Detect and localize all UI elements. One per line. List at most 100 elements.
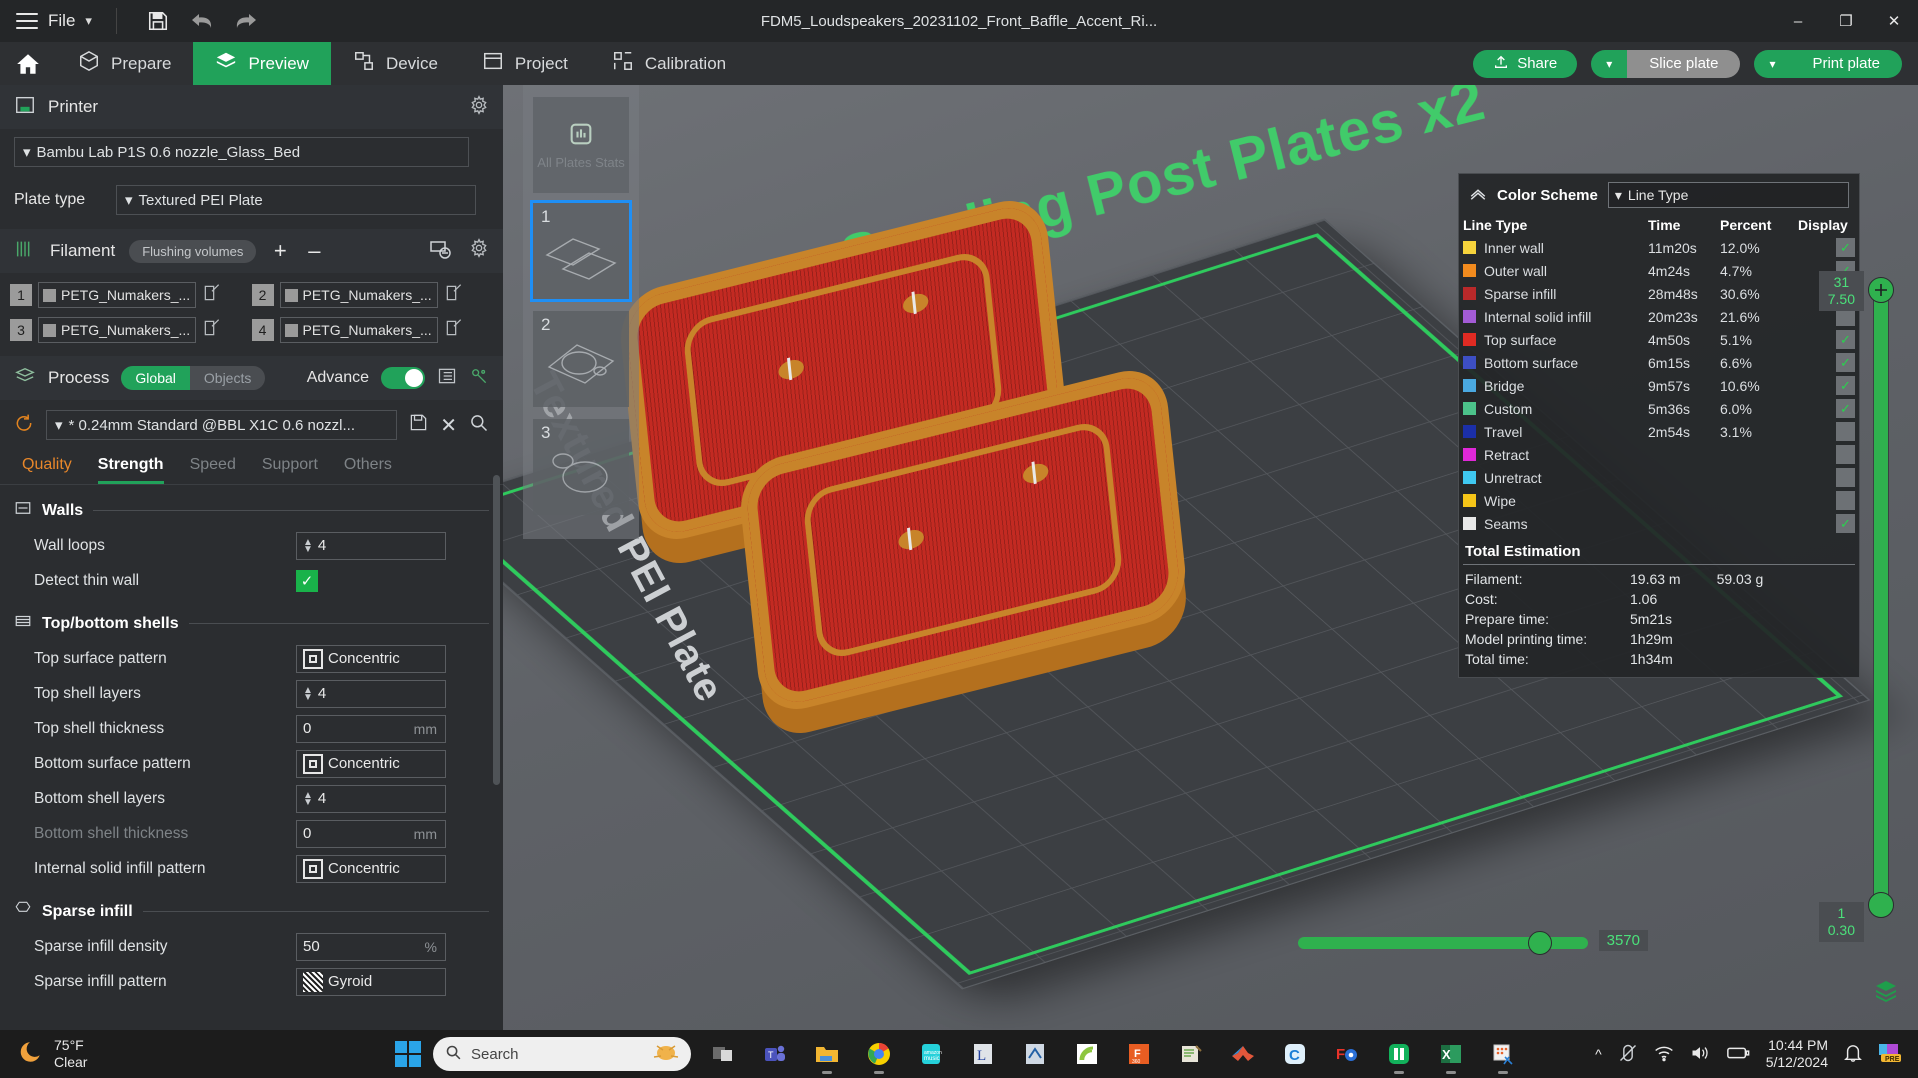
tab-quality[interactable]: Quality <box>22 456 72 484</box>
edit-filament-icon[interactable] <box>202 283 222 308</box>
window-close-button[interactable]: ✕ <box>1870 0 1918 42</box>
table-row[interactable]: Bottom surface 6m15s 6.6% ✓ <box>1459 351 1859 374</box>
snipping-tool-icon[interactable] <box>1483 1034 1523 1074</box>
menu-icon[interactable] <box>16 13 38 29</box>
3d-preview-viewport[interactable]: Sanding Post Plates x2 Textured PEI Plat… <box>503 85 1918 1030</box>
display-checkbox[interactable]: ✓ <box>1836 399 1855 418</box>
table-row[interactable]: Seams ✓ <box>1459 512 1859 535</box>
table-row[interactable]: Travel 2m54s 3.1% <box>1459 420 1859 443</box>
display-checkbox[interactable]: ✓ <box>1836 238 1855 257</box>
table-row[interactable]: Outer wall 4m24s 4.7% ✓ <box>1459 259 1859 282</box>
tab-others[interactable]: Others <box>344 456 392 484</box>
display-checkbox[interactable] <box>1836 445 1855 464</box>
bambu-studio-icon[interactable] <box>1379 1034 1419 1074</box>
notepad-icon[interactable] <box>1171 1034 1211 1074</box>
top-shell-layers-input[interactable]: ▲ ▼ 4 <box>296 679 446 708</box>
bluebeam-icon[interactable] <box>1015 1034 1055 1074</box>
filament-combo[interactable]: PETG_Numakers_... <box>38 317 196 343</box>
display-checkbox[interactable]: ✓ <box>1836 330 1855 349</box>
file-menu-label[interactable]: File <box>48 11 75 31</box>
file-explorer-icon[interactable] <box>807 1034 847 1074</box>
table-row[interactable]: Inner wall 11m20s 12.0% ✓ <box>1459 236 1859 259</box>
table-row[interactable]: Retract <box>1459 443 1859 466</box>
save-preset-icon[interactable] <box>409 413 428 437</box>
google-chrome-icon[interactable] <box>859 1034 899 1074</box>
volume-icon[interactable] <box>1690 1044 1710 1065</box>
freecad-icon[interactable]: F <box>1327 1034 1367 1074</box>
matlab-icon[interactable] <box>1223 1034 1263 1074</box>
advance-toggle[interactable] <box>381 367 425 389</box>
display-checkbox[interactable]: ✓ <box>1836 353 1855 372</box>
plate-thumb-3[interactable]: 3 <box>533 419 629 515</box>
search-input[interactable]: Search <box>433 1037 691 1071</box>
collapse-icon[interactable] <box>1469 187 1487 204</box>
redo-icon[interactable] <box>229 6 263 36</box>
display-checkbox[interactable] <box>1836 422 1855 441</box>
layers-legend-icon[interactable] <box>1872 979 1900 1008</box>
display-checkbox[interactable]: ✓ <box>1836 376 1855 395</box>
list-view-icon[interactable] <box>437 366 457 391</box>
excel-icon[interactable]: X <box>1431 1034 1471 1074</box>
chevron-down-icon[interactable]: ▾ <box>85 13 92 29</box>
internal-solid-infill-pattern-combo[interactable]: Concentric <box>296 854 446 883</box>
battery-icon[interactable] <box>1726 1045 1750 1064</box>
table-row[interactable]: Custom 5m36s 6.0% ✓ <box>1459 397 1859 420</box>
print-plate-label[interactable]: Print plate <box>1790 49 1902 78</box>
slice-plate-dropdown-icon[interactable]: ▾ <box>1591 49 1628 78</box>
undo-icon[interactable] <box>185 6 219 36</box>
layer-slider-bottom-handle[interactable] <box>1868 892 1894 918</box>
process-scope-toggle[interactable]: Global Objects <box>121 366 266 390</box>
detect-thin-wall-checkbox[interactable]: ✓ <box>296 569 318 592</box>
tab-project[interactable]: Project <box>460 42 590 85</box>
left-panel-scrollbar[interactable] <box>493 475 500 785</box>
spinner-icon[interactable]: ▲ ▼ <box>303 685 313 702</box>
sparse-infill-density-input[interactable]: 50 % <box>296 932 446 961</box>
delete-preset-icon[interactable]: ✕ <box>440 413 457 438</box>
table-row[interactable]: Internal solid infill 20m23s 21.6% <box>1459 305 1859 328</box>
lightburn-icon[interactable]: L <box>963 1034 1003 1074</box>
premiere-icon[interactable]: PRE <box>1878 1042 1904 1067</box>
filament-slot-4[interactable]: 4 PETG_Numakers_... <box>251 317 494 343</box>
process-preset-combo[interactable]: ▾ * 0.24mm Standard @BBL X1C 0.6 nozzl..… <box>46 410 398 440</box>
table-row[interactable]: Sparse infill28m48s30.6%✓ <box>1459 282 1859 305</box>
filament-slot-3[interactable]: 3 PETG_Numakers_... <box>10 317 252 343</box>
slice-plate-button[interactable]: ▾ Slice plate <box>1591 49 1741 78</box>
wall-loops-input[interactable]: ▲ ▼ 4 <box>296 531 446 560</box>
start-button-icon[interactable] <box>395 1041 421 1067</box>
add-filament-button[interactable]: + <box>270 238 290 264</box>
edit-filament-icon[interactable] <box>444 318 464 343</box>
filament-combo[interactable]: PETG_Numakers_... <box>279 317 438 343</box>
reset-preset-icon[interactable] <box>14 413 34 438</box>
tab-strength[interactable]: Strength <box>97 456 164 484</box>
plate-thumb-1[interactable]: 1 <box>530 200 632 302</box>
table-row[interactable]: Unretract <box>1459 466 1859 489</box>
printer-settings-gear-icon[interactable] <box>469 94 489 120</box>
compare-presets-icon[interactable] <box>469 366 489 391</box>
layer-slider[interactable]: 31 7.50 1 0.30 <box>1818 271 1894 942</box>
print-plate-button[interactable]: ▾ Print plate <box>1754 49 1902 78</box>
mouse-disabled-icon[interactable] <box>1618 1043 1638 1066</box>
cura-icon[interactable]: C <box>1275 1034 1315 1074</box>
color-scheme-selector[interactable]: ▾ Line Type <box>1607 182 1849 208</box>
bottom-surface-pattern-combo[interactable]: Concentric <box>296 749 446 778</box>
show-hidden-icons[interactable]: ^ <box>1595 1046 1602 1062</box>
tab-support[interactable]: Support <box>262 456 318 484</box>
wifi-analyzer-icon[interactable] <box>1067 1034 1107 1074</box>
save-icon[interactable] <box>141 6 175 36</box>
moves-slider-handle[interactable] <box>1528 931 1552 955</box>
print-plate-dropdown-icon[interactable]: ▾ <box>1754 49 1791 78</box>
slice-plate-label[interactable]: Slice plate <box>1627 49 1741 78</box>
top-surface-pattern-combo[interactable]: Concentric <box>296 644 446 673</box>
all-plates-stats-button[interactable]: All Plates Stats <box>533 97 629 193</box>
bottom-shell-layers-input[interactable]: ▲ ▼ 4 <box>296 784 446 813</box>
fusion360-icon[interactable]: F 360 <box>1119 1034 1159 1074</box>
filament-combo[interactable]: PETG_Numakers_... <box>38 282 196 308</box>
layer-slider-track[interactable] <box>1873 285 1889 910</box>
microsoft-teams-icon[interactable]: T <box>755 1034 795 1074</box>
display-checkbox[interactable] <box>1836 491 1855 510</box>
window-minimize-button[interactable]: – <box>1774 0 1822 42</box>
clock[interactable]: 10:44 PM 5/12/2024 <box>1766 1037 1828 1071</box>
amazon-music-icon[interactable]: amazon music <box>911 1034 951 1074</box>
layer-slider-top-handle[interactable] <box>1868 277 1894 303</box>
notifications-icon[interactable] <box>1844 1043 1862 1066</box>
